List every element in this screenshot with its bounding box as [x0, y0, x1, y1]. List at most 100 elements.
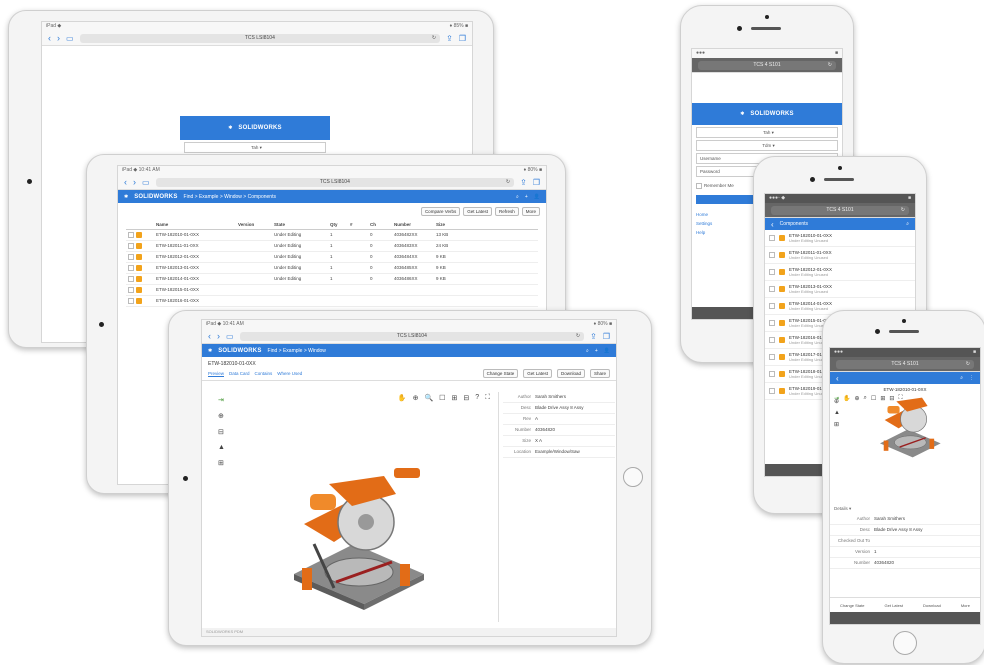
item-checkbox[interactable] [769, 337, 775, 343]
list-item[interactable]: ETW-182010-01-0XX Under Editing Unused [765, 230, 915, 247]
reload-icon[interactable]: ↻ [576, 332, 580, 341]
back-arrow-icon[interactable]: ‹ [836, 374, 839, 383]
tree-icon[interactable]: ⇥ [218, 396, 225, 404]
item-checkbox[interactable] [769, 388, 775, 394]
back-arrow-icon[interactable]: ‹ [48, 31, 51, 45]
compare-button[interactable]: Compare Verbs [420, 207, 461, 216]
back-arrow-icon[interactable]: ‹ [771, 220, 774, 229]
url-field[interactable]: TCS LSI8104 ↻ [155, 177, 515, 187]
col-version[interactable]: Version [236, 220, 272, 229]
list-item[interactable]: ETW-182012-01-0XX Under Editing Unused [765, 264, 915, 281]
tabs-icon[interactable]: ❐ [459, 34, 466, 43]
col-number[interactable]: Number [392, 220, 434, 229]
url-field[interactable]: TCS 4 S101 ↻ [771, 205, 909, 215]
tab-data-card[interactable]: Data Card [229, 371, 250, 376]
share-button[interactable]: Share [589, 369, 610, 378]
get-latest-button[interactable]: Get Latest [463, 207, 492, 216]
table-row[interactable]: ETW-182011-01-0XX Under Editing 1 0 4036483X… [126, 241, 538, 252]
back-arrow-icon[interactable]: ‹ [124, 175, 127, 189]
change-state-button[interactable]: Change State [482, 369, 519, 378]
table-row[interactable]: ETW-182015-01-0XX [126, 285, 538, 296]
list-item[interactable]: ETW-182013-01-0XX Under Editing Unused [765, 281, 915, 298]
bookmarks-icon[interactable]: ▭ [142, 178, 150, 187]
rotate-icon[interactable]: ⊕ [413, 394, 419, 402]
item-checkbox[interactable] [769, 371, 775, 377]
item-checkbox[interactable] [769, 303, 775, 309]
user-icon[interactable]: 👤 [604, 348, 610, 354]
section-icon[interactable]: ⊞ [451, 394, 457, 402]
help-icon[interactable]: ? [475, 394, 479, 402]
add-icon[interactable]: + [595, 348, 598, 354]
search-icon[interactable]: ⌕ [586, 348, 589, 354]
details-toggle[interactable]: Details ▾ [830, 506, 980, 514]
col-size[interactable]: Size [434, 220, 466, 229]
forward-arrow-icon[interactable]: › [57, 31, 60, 45]
vault-select[interactable]: Tah ▾ [184, 142, 326, 153]
table-row[interactable]: ETW-182016-01-0XX [126, 296, 538, 307]
download-button[interactable]: Download [923, 603, 941, 608]
measure-icon[interactable]: ▲ [218, 444, 225, 451]
search-icon[interactable]: ⌕ [516, 194, 519, 200]
forward-arrow-icon[interactable]: › [217, 329, 220, 343]
row-checkbox[interactable] [128, 264, 134, 271]
row-checkbox[interactable] [128, 231, 134, 238]
zoom-icon[interactable]: 🔍 [424, 394, 433, 402]
list-item[interactable]: ETW-182011-01-0XX Under Editing Unused [765, 247, 915, 264]
item-checkbox[interactable] [769, 252, 775, 258]
explode-icon[interactable]: ⊟ [463, 394, 469, 402]
home-button[interactable] [623, 467, 643, 487]
get-latest-button[interactable]: Get Latest [523, 369, 552, 378]
reload-icon[interactable]: ↻ [432, 34, 436, 43]
share-icon[interactable]: ⇪ [446, 34, 453, 43]
tab-preview[interactable]: Preview [208, 371, 225, 377]
config-icon[interactable]: ⊞ [218, 459, 225, 467]
row-checkbox[interactable] [128, 297, 134, 304]
vault-select[interactable]: Tah ▾ [696, 127, 838, 138]
table-row[interactable]: ETW-182013-01-0XX Under Editing 1 0 4036485X… [126, 263, 538, 274]
add-icon[interactable]: + [525, 194, 528, 200]
preview-viewer[interactable]: ✋ ⊕ 🔍 ☐ ⊞ ⊟ ? ⛶ ⇥ ⊕ ⊟ ▲ ⊞ [208, 392, 496, 622]
share-icon[interactable]: ⇪ [520, 178, 527, 187]
view-select[interactable]: Tdm ▾ [696, 140, 838, 151]
share-icon[interactable]: ⇪ [590, 332, 597, 341]
download-button[interactable]: Download [556, 369, 585, 378]
reload-icon[interactable]: ↻ [828, 61, 832, 70]
item-checkbox[interactable] [769, 354, 775, 360]
more-button[interactable]: More [961, 603, 970, 608]
table-row[interactable]: ETW-182012-01-0XX Under Editing 1 0 4036484X… [126, 252, 538, 263]
parts-icon[interactable]: ⊕ [218, 412, 225, 420]
home-button[interactable] [893, 631, 917, 655]
tab-contains[interactable]: Contains [255, 371, 273, 376]
zoom-icon[interactable]: ⌕ [864, 395, 867, 402]
tabs-icon[interactable]: ❐ [533, 178, 540, 187]
col-state[interactable]: State [272, 220, 328, 229]
more-vertical-icon[interactable]: ⋮ [969, 375, 974, 381]
refresh-button[interactable]: Refresh [494, 207, 519, 216]
item-checkbox[interactable] [769, 269, 775, 275]
parts-icon[interactable]: ⊕ [834, 398, 840, 405]
url-field[interactable]: TCS LSI8104 ↻ [239, 331, 585, 341]
table-row[interactable]: ETW-182010-01-0XX Under Editing 1 0 4036482X… [126, 230, 538, 241]
col-hash[interactable]: # [348, 220, 368, 229]
get-latest-button[interactable]: Get Latest [885, 603, 903, 608]
item-checkbox[interactable] [769, 320, 775, 326]
url-field[interactable]: TCS 4 S101 ↻ [698, 60, 836, 70]
pan-icon[interactable]: ✋ [843, 395, 850, 402]
bookmarks-icon[interactable]: ▭ [226, 332, 234, 341]
fullscreen-icon[interactable]: ⛶ [485, 394, 490, 402]
table-row[interactable]: ETW-182014-01-0XX Under Editing 1 0 4036486X… [126, 274, 538, 285]
more-button[interactable]: More [521, 207, 540, 216]
layers-icon[interactable]: ⊟ [218, 428, 225, 436]
view-icon[interactable]: ☐ [439, 394, 445, 402]
tabs-icon[interactable]: ❐ [603, 332, 610, 341]
url-field[interactable]: TCS 4 S101 ↻ [836, 359, 974, 369]
bookmarks-icon[interactable]: ▭ [66, 34, 74, 43]
pan-icon[interactable]: ✋ [398, 394, 407, 402]
row-checkbox[interactable] [128, 286, 134, 293]
forward-arrow-icon[interactable]: › [133, 175, 136, 189]
item-checkbox[interactable] [769, 235, 775, 241]
change-state-button[interactable]: Change State [840, 603, 864, 608]
row-checkbox[interactable] [128, 253, 134, 260]
row-checkbox[interactable] [128, 242, 134, 249]
user-icon[interactable]: 👤 [534, 194, 540, 200]
